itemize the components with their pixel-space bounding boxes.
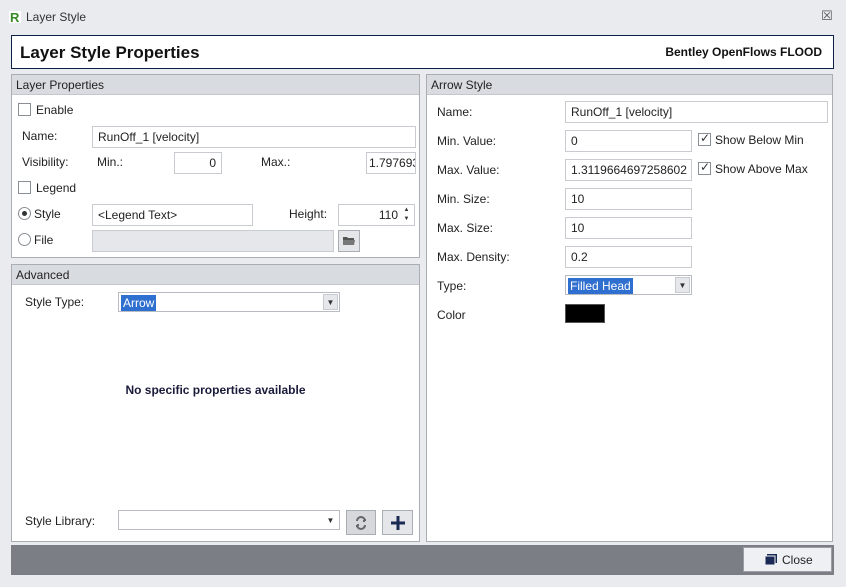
- chevron-down-icon[interactable]: ▼: [323, 512, 338, 528]
- refresh-library-button[interactable]: [346, 510, 376, 535]
- height-spinner[interactable]: ▲ ▼: [400, 206, 413, 224]
- file-path-input[interactable]: [92, 230, 334, 252]
- style-type-label: Style Type:: [25, 295, 85, 309]
- max-density-label: Max. Density:: [437, 250, 510, 264]
- layer-properties-heading: Layer Properties: [12, 75, 419, 95]
- min-value-label: Min. Value:: [437, 134, 497, 148]
- arrow-style-group: Arrow Style Name: RunOff_1 [velocity] Mi…: [426, 74, 833, 542]
- refresh-icon: [356, 516, 366, 530]
- height-value: 110: [378, 208, 398, 222]
- chevron-down-icon[interactable]: ▼: [675, 277, 690, 293]
- max-size-input[interactable]: 10: [565, 217, 692, 239]
- spin-up-icon[interactable]: ▲: [400, 206, 413, 215]
- visibility-min-input[interactable]: 0: [174, 152, 222, 174]
- arrow-name-label: Name:: [437, 105, 473, 119]
- style-library-select[interactable]: ▼: [118, 510, 340, 530]
- style-label: Style: [34, 207, 61, 221]
- max-size-label: Max. Size:: [437, 221, 494, 235]
- style-type-value: Arrow: [121, 295, 157, 311]
- layer-name-input[interactable]: RunOff_1 [velocity]: [92, 126, 416, 148]
- show-above-max-label: Show Above Max: [715, 162, 808, 176]
- visibility-max-input[interactable]: 1.797693: [366, 152, 416, 174]
- max-value-input[interactable]: 1.3119664697258602: [565, 159, 692, 181]
- arrow-style-heading: Arrow Style: [427, 75, 832, 95]
- height-label: Height:: [289, 207, 328, 221]
- enable-label: Enable: [36, 103, 74, 117]
- file-label: File: [34, 233, 54, 247]
- max-density-input[interactable]: 0.2: [565, 246, 692, 268]
- header-banner: Layer Style Properties Bentley OpenFlows…: [11, 35, 834, 69]
- arrow-type-label: Type:: [437, 279, 467, 293]
- arrow-type-select[interactable]: Filled Head ▼: [565, 275, 692, 295]
- color-label: Color: [437, 308, 466, 322]
- close-button[interactable]: Close: [743, 547, 832, 572]
- style-library-value: [121, 513, 125, 515]
- folder-icon: [343, 237, 355, 245]
- title-bar: R Layer Style ☒: [0, 0, 846, 34]
- max-value-label: Max. Value:: [437, 163, 500, 177]
- add-style-button[interactable]: [382, 510, 413, 535]
- window-icon: [765, 554, 777, 565]
- enable-checkbox[interactable]: [18, 103, 31, 116]
- color-swatch[interactable]: [565, 304, 605, 323]
- max-label: Max.:: [261, 155, 291, 169]
- show-below-min-label: Show Below Min: [715, 133, 804, 147]
- brand-label: Bentley OpenFlows FLOOD: [665, 45, 822, 59]
- window-close-icon[interactable]: ☒: [820, 9, 834, 23]
- plus-icon: [390, 516, 405, 530]
- legend-label: Legend: [36, 181, 77, 195]
- style-radio[interactable]: [18, 207, 31, 220]
- page-title: Layer Style Properties: [20, 43, 200, 62]
- window-title: Layer Style: [26, 10, 87, 24]
- dialog-footer: Close: [11, 545, 834, 575]
- layer-properties-group: Layer Properties Enable Name: RunOff_1 […: [11, 74, 420, 258]
- arrow-name-input[interactable]: RunOff_1 [velocity]: [565, 101, 828, 123]
- style-type-select[interactable]: Arrow ▼: [118, 292, 340, 312]
- name-label: Name:: [22, 129, 58, 143]
- visibility-label: Visibility:: [22, 155, 69, 169]
- svg-text:R: R: [10, 10, 20, 24]
- min-size-label: Min. Size:: [437, 192, 490, 206]
- file-radio[interactable]: [18, 233, 31, 246]
- style-library-label: Style Library:: [25, 514, 96, 528]
- no-properties-message: No specific properties available: [125, 383, 306, 397]
- height-input[interactable]: 110 ▲ ▼: [338, 204, 415, 226]
- advanced-heading: Advanced: [12, 265, 419, 285]
- spin-down-icon[interactable]: ▼: [400, 215, 413, 224]
- show-above-max-checkbox[interactable]: [698, 160, 711, 175]
- legend-text-input[interactable]: <Legend Text>: [92, 204, 253, 226]
- close-label: Close: [782, 553, 813, 567]
- legend-checkbox[interactable]: [18, 181, 31, 194]
- browse-file-button[interactable]: [338, 230, 360, 252]
- min-label: Min.:: [97, 155, 124, 169]
- min-size-input[interactable]: 10: [565, 188, 692, 210]
- advanced-group: Advanced Style Type: Arrow ▼ No specific…: [11, 264, 420, 542]
- bentley-r-icon: R: [9, 10, 21, 24]
- arrow-type-value: Filled Head: [568, 278, 633, 294]
- min-value-input[interactable]: 0: [565, 130, 692, 152]
- chevron-down-icon[interactable]: ▼: [323, 294, 338, 310]
- show-below-min-checkbox[interactable]: [698, 131, 711, 146]
